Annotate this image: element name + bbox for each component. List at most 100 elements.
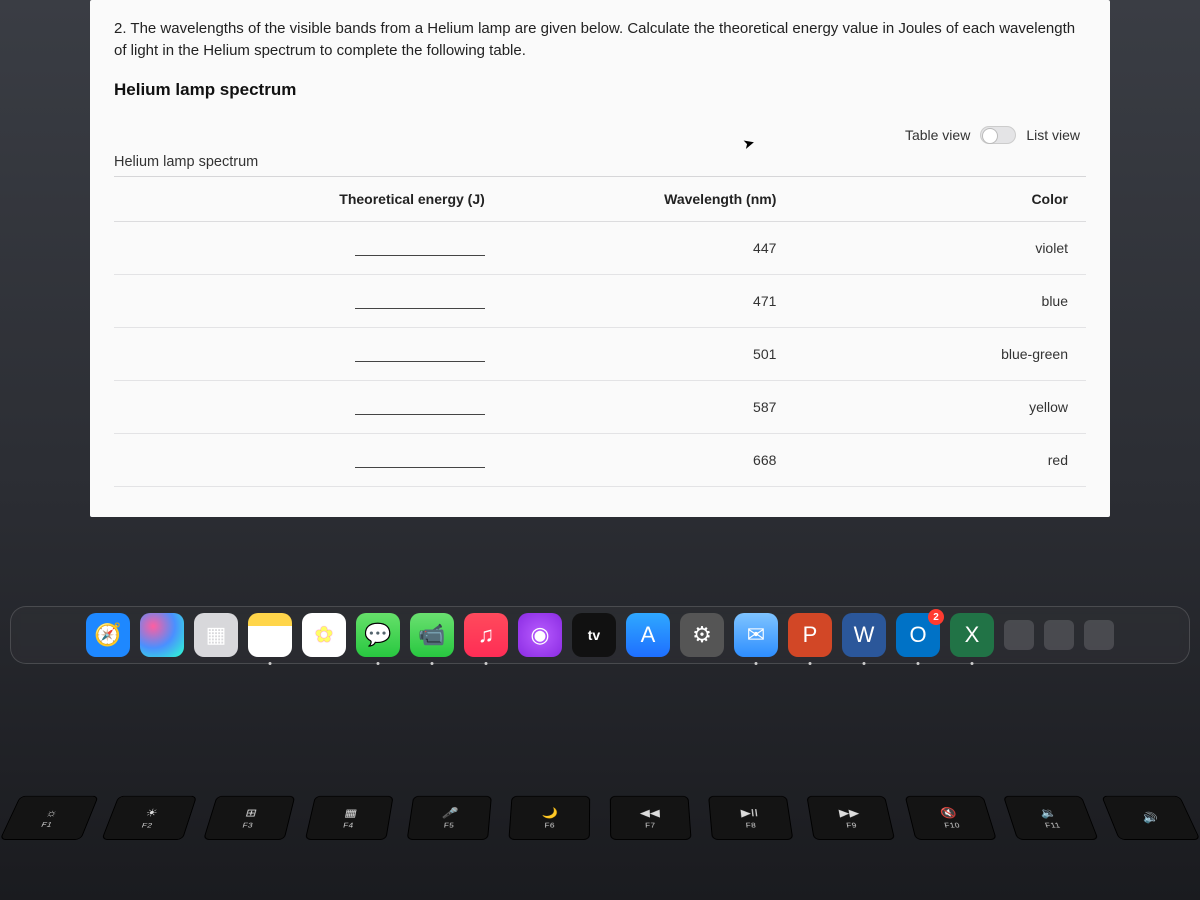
- key-f12[interactable]: 🔊: [1101, 796, 1200, 840]
- tv-glyph: tv: [588, 627, 600, 643]
- energy-blank[interactable]: [114, 221, 503, 274]
- settings-glyph: ⚙: [692, 622, 712, 648]
- energy-blank[interactable]: [114, 274, 503, 327]
- mission-control-icon: ⊞: [244, 806, 258, 819]
- key-label: F4: [343, 822, 355, 829]
- dock-notes-icon[interactable]: [248, 613, 292, 657]
- photos-glyph: ✿: [315, 622, 333, 648]
- running-dot-icon: [917, 662, 920, 665]
- wavelength-value: 587: [503, 380, 795, 433]
- table-row: 447 violet: [114, 221, 1086, 274]
- key-f6[interactable]: 🌙F6: [508, 796, 590, 840]
- launchpad-glyph: ▦: [206, 622, 227, 648]
- view-toggle-row: Table view List view: [114, 126, 1086, 154]
- view-toggle[interactable]: [980, 126, 1016, 144]
- volume-down-icon: 🔉: [1038, 806, 1059, 819]
- key-label: F1: [40, 821, 54, 828]
- keyboard-fn-row: ☼F1 ☀F2 ⊞F3 ▦F4 🎤F5 🌙F6 ◀◀F7 ▶IIF8 ▶▶F9 …: [0, 790, 1200, 900]
- dock-appstore-icon[interactable]: A: [626, 613, 670, 657]
- dock-siri-icon[interactable]: [140, 613, 184, 657]
- key-label: F8: [745, 822, 756, 829]
- outlook-glyph: O: [909, 622, 926, 648]
- mic-icon: 🎤: [442, 806, 460, 819]
- dock-excel-icon[interactable]: X: [950, 613, 994, 657]
- dock-stub-icon[interactable]: [1084, 620, 1114, 650]
- facetime-glyph: 📹: [418, 622, 445, 648]
- running-dot-icon: [809, 662, 812, 665]
- ppt-glyph: P: [803, 622, 818, 648]
- key-f10[interactable]: 🔇 F10: [905, 796, 997, 840]
- key-f8[interactable]: ▶II F8: [708, 796, 793, 840]
- key-label: F3: [242, 822, 254, 829]
- table-row: 668 red: [114, 433, 1086, 486]
- excel-glyph: X: [965, 622, 980, 648]
- question-card: 2. The wavelengths of the visible bands …: [90, 0, 1110, 517]
- dock-word-icon[interactable]: W: [842, 613, 886, 657]
- key-label: F2: [141, 822, 154, 829]
- key-f5[interactable]: 🎤 F5: [407, 796, 492, 840]
- running-dot-icon: [269, 662, 272, 665]
- mute-icon: 🔇: [939, 806, 959, 819]
- spectrum-table: Theoretical energy (J) Wavelength (nm) C…: [114, 177, 1086, 487]
- music-glyph: ♫: [478, 622, 495, 648]
- brightness-up-icon: ☀: [144, 806, 160, 819]
- color-value: violet: [794, 221, 1086, 274]
- key-label: F7: [645, 822, 656, 829]
- col-wavelength: Wavelength (nm): [503, 177, 795, 222]
- question-prompt: 2. The wavelengths of the visible bands …: [114, 18, 1086, 62]
- safari-glyph: 🧭: [94, 622, 121, 648]
- dock-powerpoint-icon[interactable]: P: [788, 613, 832, 657]
- dock-safari-icon[interactable]: 🧭: [86, 613, 130, 657]
- table-row: 587 yellow: [114, 380, 1086, 433]
- running-dot-icon: [485, 662, 488, 665]
- key-f11[interactable]: 🔉F11: [1003, 796, 1099, 840]
- dock-photos-icon[interactable]: ✿: [302, 613, 346, 657]
- dock-stub-icon[interactable]: [1044, 620, 1074, 650]
- key-label: F5: [443, 822, 454, 829]
- energy-blank[interactable]: [114, 327, 503, 380]
- rewind-icon: ◀◀: [640, 806, 660, 819]
- dock-stub-icon[interactable]: [1004, 620, 1034, 650]
- running-dot-icon: [971, 662, 974, 665]
- dock-settings-icon[interactable]: ⚙: [680, 613, 724, 657]
- outlook-badge: 2: [928, 609, 944, 625]
- energy-blank[interactable]: [114, 380, 503, 433]
- dock-outlook-icon[interactable]: O 2: [896, 613, 940, 657]
- color-value: yellow: [794, 380, 1086, 433]
- podcasts-glyph: ◉: [530, 622, 549, 648]
- list-view-label: List view: [1026, 127, 1080, 143]
- table-header-row: Theoretical energy (J) Wavelength (nm) C…: [114, 177, 1086, 222]
- running-dot-icon: [377, 662, 380, 665]
- key-f2[interactable]: ☀ F2: [101, 796, 197, 840]
- word-glyph: W: [854, 622, 875, 648]
- dnd-icon: 🌙: [542, 806, 559, 819]
- key-f3[interactable]: ⊞ F3: [203, 796, 295, 840]
- dock-launchpad-icon[interactable]: ▦: [194, 613, 238, 657]
- mail-glyph: ✉: [747, 622, 765, 648]
- energy-blank[interactable]: [114, 433, 503, 486]
- dock-music-icon[interactable]: ♫: [464, 613, 508, 657]
- launchpad-key-icon: ▦: [344, 806, 359, 819]
- col-color: Color: [794, 177, 1086, 222]
- dock-messages-icon[interactable]: 💬: [356, 613, 400, 657]
- dock-mail-icon[interactable]: ✉: [734, 613, 778, 657]
- running-dot-icon: [863, 662, 866, 665]
- brightness-down-icon: ☼: [43, 807, 60, 819]
- key-f1[interactable]: ☼ F1: [0, 796, 99, 840]
- key-f4[interactable]: ▦ F4: [305, 796, 394, 840]
- wavelength-value: 471: [503, 274, 795, 327]
- dock-tv-icon[interactable]: tv: [572, 613, 616, 657]
- play-pause-icon: ▶II: [740, 806, 759, 819]
- running-dot-icon: [431, 662, 434, 665]
- wavelength-value: 668: [503, 433, 795, 486]
- dock-facetime-icon[interactable]: 📹: [410, 613, 454, 657]
- dock-podcasts-icon[interactable]: ◉: [518, 613, 562, 657]
- appstore-glyph: A: [641, 622, 656, 648]
- col-energy: Theoretical energy (J): [114, 177, 503, 222]
- running-dot-icon: [755, 662, 758, 665]
- key-label: F10: [943, 822, 960, 829]
- key-f9[interactable]: ▶▶F9: [806, 796, 895, 840]
- key-f7[interactable]: ◀◀ F7: [610, 796, 692, 840]
- color-value: blue: [794, 274, 1086, 327]
- messages-glyph: 💬: [364, 622, 391, 648]
